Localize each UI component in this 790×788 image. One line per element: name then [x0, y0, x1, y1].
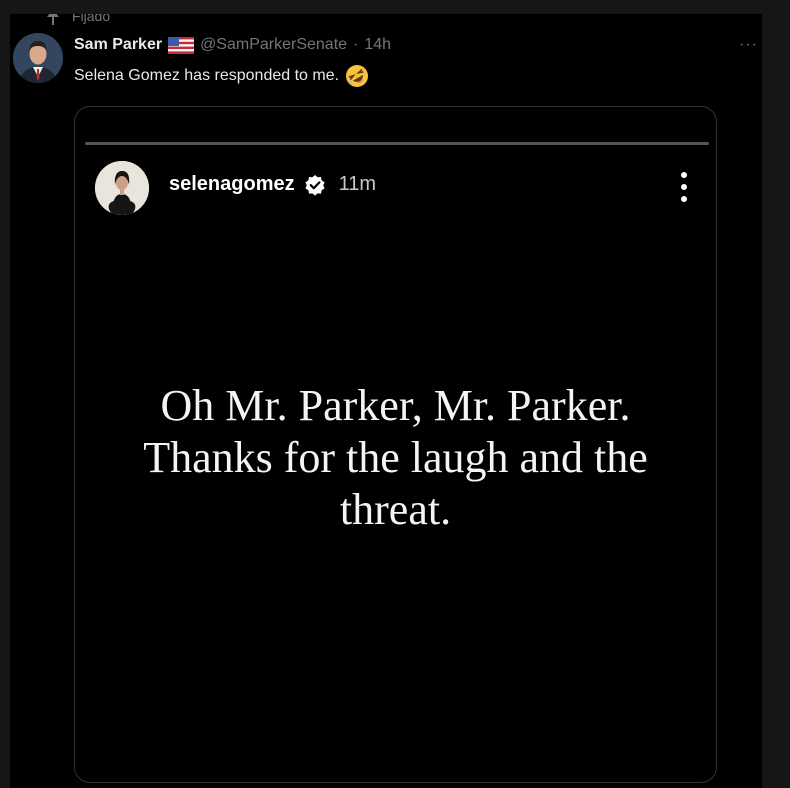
- rolling-on-floor-laughing-emoji-icon: [345, 64, 369, 88]
- us-flag-icon: [168, 36, 195, 54]
- story-username[interactable]: selenagomez: [169, 173, 295, 196]
- story-caption-line: threat.: [339, 485, 452, 534]
- story-caption-line: Oh Mr. Parker, Mr. Parker.: [160, 381, 631, 430]
- pinned-label: Fijado: [72, 14, 111, 24]
- story-more-options-icon[interactable]: [678, 170, 690, 204]
- header-separator: ·: [353, 36, 359, 53]
- tweet-body: Selena Gomez has responded to me.: [74, 64, 369, 88]
- author-handle[interactable]: @SamParkerSenate: [200, 36, 347, 54]
- timeline: Fijado Sam Parker @SamParkerSenate · 14h…: [10, 14, 762, 788]
- story-header: selenagomez 11m: [169, 173, 376, 196]
- story-caption-line: Thanks for the laugh and the: [143, 433, 648, 482]
- tweet-header: Sam Parker @SamParkerSenate · 14h: [74, 36, 391, 54]
- tweet-timestamp[interactable]: 14h: [364, 36, 391, 54]
- story-timestamp: 11m: [338, 173, 377, 195]
- story-screenshot[interactable]: selenagomez 11m Oh Mr. Parker, Mr. Parke…: [74, 106, 717, 783]
- pin-icon: [46, 14, 60, 25]
- pinned-indicator: Fijado: [46, 14, 110, 25]
- verified-badge-icon: [304, 174, 326, 196]
- tweet-text: Selena Gomez has responded to me.: [74, 67, 340, 84]
- story-progress-bar: [85, 142, 709, 145]
- author-avatar[interactable]: [13, 33, 63, 83]
- app-window: Fijado Sam Parker @SamParkerSenate · 14h…: [0, 0, 790, 788]
- more-options-icon[interactable]: ···: [739, 36, 758, 54]
- author-name[interactable]: Sam Parker: [74, 36, 162, 54]
- story-caption: Oh Mr. Parker, Mr. Parker. Thanks for th…: [75, 380, 716, 536]
- story-avatar[interactable]: [95, 161, 149, 215]
